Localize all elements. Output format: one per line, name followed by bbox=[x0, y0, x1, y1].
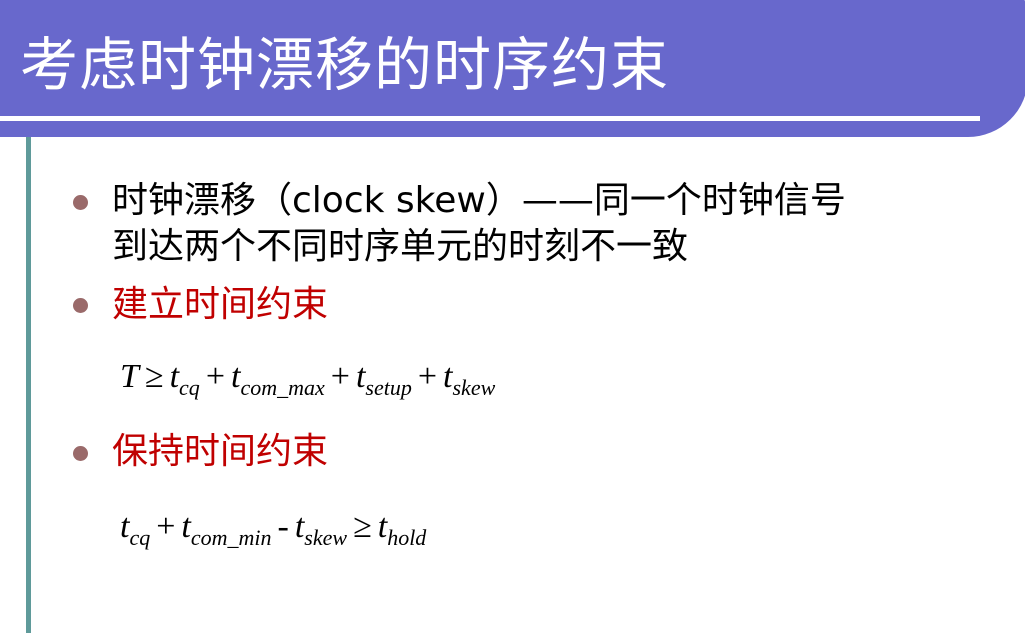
bullet-icon bbox=[73, 195, 88, 210]
title-underline bbox=[0, 116, 980, 121]
slide-title: 考虑时钟漂移的时序约束 bbox=[20, 31, 670, 99]
left-accent-line bbox=[26, 137, 31, 633]
bullet-text-line2: 到达两个不同时序单元的时刻不一致 bbox=[112, 226, 689, 267]
setup-equation: T ≥ tcq + tcom_max + tsetup + tskew bbox=[120, 358, 496, 400]
hold-equation: tcq + tcom_min - tskew ≥ thold bbox=[120, 508, 427, 550]
bullet-text-line1: 时钟漂移（clock skew）——同一个时钟信号 bbox=[112, 180, 846, 221]
bullet-clock-skew: 时钟漂移（clock skew）——同一个时钟信号 到达两个不同时序单元的时刻不一… bbox=[112, 178, 846, 270]
bullet-icon bbox=[73, 446, 88, 461]
heading-setup-constraint: 建立时间约束 bbox=[112, 284, 329, 325]
bullet-icon bbox=[73, 298, 88, 313]
heading-hold-constraint: 保持时间约束 bbox=[112, 431, 329, 472]
